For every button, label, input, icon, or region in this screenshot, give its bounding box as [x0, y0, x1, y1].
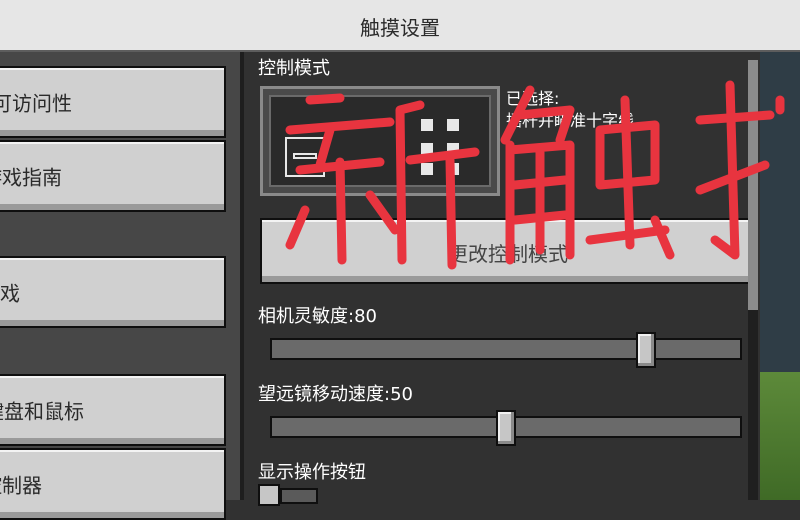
button-square-icon [447, 143, 459, 155]
selected-mode-info: 已选择: 摇杆并瞄准十字线 [506, 88, 634, 132]
sidebar-item-game[interactable]: 游戏 [0, 256, 226, 328]
sidebar-item-accessibility[interactable]: 可访问性 [0, 66, 226, 138]
page-title: 触摸设置 [360, 16, 440, 40]
show-action-buttons-toggle[interactable] [258, 484, 322, 506]
selected-label: 已选择: [506, 89, 560, 108]
sidebar-item-label: 可访问性 [0, 91, 72, 116]
sidebar-item-how-to-play[interactable]: 游戏指南 [0, 140, 226, 212]
sidebar-item-keyboard-mouse[interactable]: 键盘和鼠标 [0, 374, 226, 446]
toggle-knob[interactable] [258, 484, 280, 506]
settings-content: 控制模式 已选择: 摇杆并瞄准十字线 更改控制模式 相机灵敏度:80 望远镜移动… [244, 52, 760, 506]
camera-sensitivity-slider[interactable] [270, 332, 742, 368]
toggle-track [280, 488, 318, 504]
control-mode-preview[interactable] [260, 86, 500, 196]
sidebar-item-label: 键盘和鼠标 [0, 399, 84, 424]
slider-thumb[interactable] [636, 332, 657, 368]
sidebar-item-label: 控制器 [0, 473, 42, 498]
header-bar: 触摸设置 [0, 0, 800, 52]
sidebar-item-controller[interactable]: 控制器 [0, 448, 226, 520]
scrollbar-thumb[interactable] [748, 60, 758, 310]
grass-blocks [760, 372, 800, 500]
sidebar: 可访问性 游戏指南 游戏 键盘和鼠标 控制器 [0, 52, 244, 520]
sidebar-item-label: 游戏指南 [0, 165, 62, 190]
button-square-icon [421, 163, 433, 175]
change-button-label: 更改控制模式 [448, 242, 568, 266]
spyglass-speed-slider[interactable] [270, 410, 742, 446]
slider-thumb[interactable] [496, 410, 516, 446]
spyglass-speed-label: 望远镜移动速度:50 [258, 384, 413, 405]
preview-screen [269, 95, 491, 187]
scrollbar[interactable] [748, 60, 758, 500]
control-mode-label: 控制模式 [258, 58, 330, 79]
show-action-buttons-label: 显示操作按钮 [258, 462, 366, 483]
selected-value: 摇杆并瞄准十字线 [506, 111, 635, 130]
button-square-icon [421, 143, 433, 155]
button-square-icon [421, 119, 433, 131]
camera-sensitivity-label: 相机灵敏度:80 [258, 306, 377, 327]
sidebar-item-label: 游戏 [0, 281, 20, 306]
crosshair-icon [293, 153, 317, 159]
change-control-mode-button[interactable]: 更改控制模式 [260, 218, 756, 284]
button-square-icon [447, 119, 459, 131]
game-world-background [760, 52, 800, 500]
button-square-icon [447, 163, 459, 175]
